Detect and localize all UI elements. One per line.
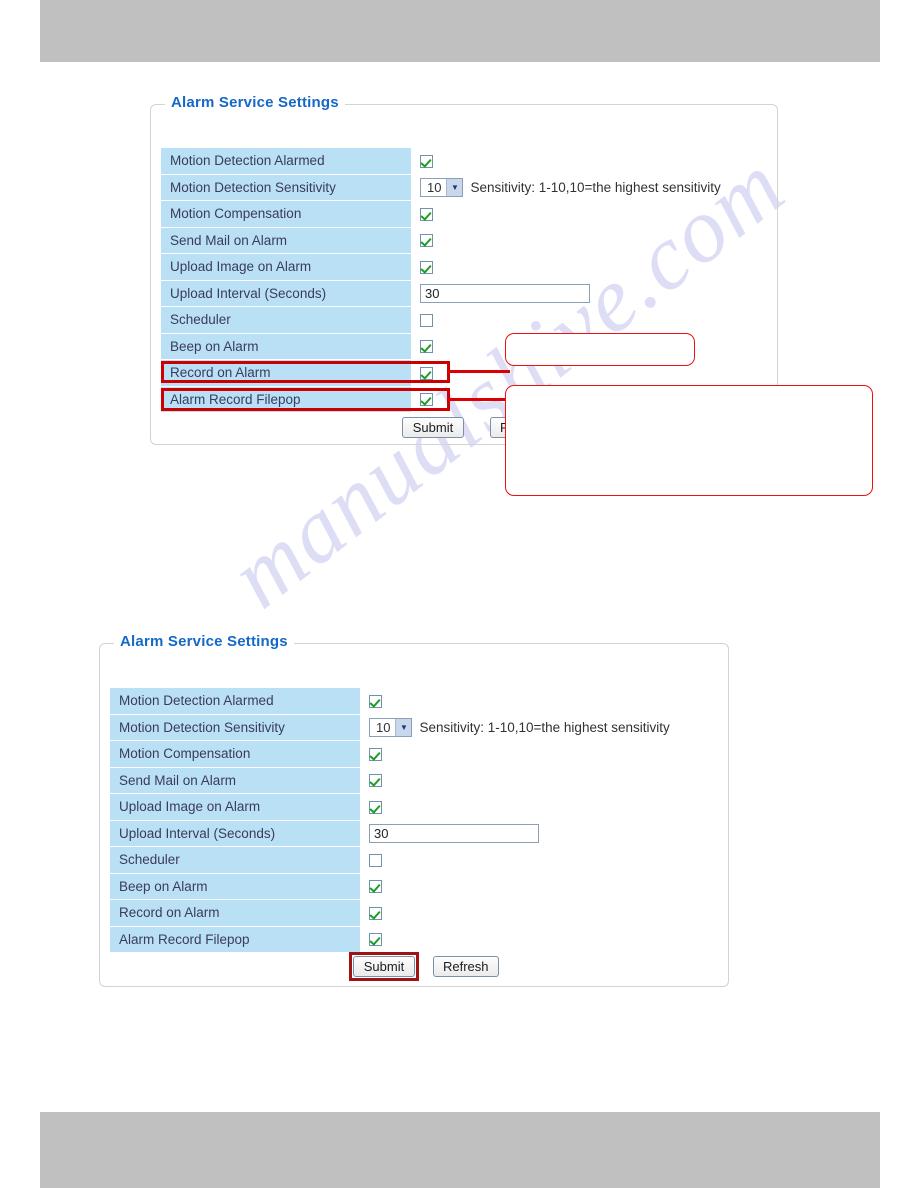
send-mail-on-alarm-checkbox[interactable] xyxy=(369,774,382,788)
row-label: Beep on Alarm xyxy=(110,873,360,900)
chevron-down-icon: ▼ xyxy=(446,179,463,197)
row-label: Upload Image on Alarm xyxy=(110,794,360,821)
row-label: Motion Compensation xyxy=(110,741,360,768)
row-label: Motion Detection Alarmed xyxy=(110,688,360,715)
row-label: Upload Interval (Seconds) xyxy=(110,820,360,847)
scheduler-checkbox[interactable] xyxy=(420,313,433,327)
settings-table-bottom: Motion Detection Alarmed Motion Detectio… xyxy=(110,688,670,953)
table-row: Upload Interval (Seconds) 30 xyxy=(161,280,721,308)
row-field xyxy=(360,874,670,901)
table-row: Motion Compensation xyxy=(110,741,670,768)
row-label: Scheduler xyxy=(161,307,411,334)
motion-detection-sensitivity-select[interactable]: 10 ▼ xyxy=(420,178,464,198)
row-label: Record on Alarm xyxy=(161,360,411,387)
row-label: Upload Image on Alarm xyxy=(161,254,411,281)
row-field: 30 xyxy=(411,281,721,308)
row-field xyxy=(360,768,670,795)
table-row: Motion Detection Sensitivity 10 ▼ Sensit… xyxy=(110,714,670,742)
row-label: Upload Interval (Seconds) xyxy=(161,280,411,307)
row-field xyxy=(360,900,670,927)
record-on-alarm-checkbox[interactable] xyxy=(420,366,433,380)
row-field xyxy=(411,201,721,228)
table-row: Scheduler xyxy=(161,307,721,334)
table-row: Motion Detection Alarmed xyxy=(110,688,670,715)
table-row: Motion Detection Sensitivity 10 ▼ Sensit… xyxy=(161,174,721,202)
row-label: Motion Detection Sensitivity xyxy=(110,714,360,741)
row-field xyxy=(411,228,721,255)
sensitivity-hint: Sensitivity: 1-10,10=the highest sensiti… xyxy=(470,180,721,196)
row-field xyxy=(411,307,721,334)
submit-button[interactable]: Submit xyxy=(402,417,464,438)
table-row: Alarm Record Filepop xyxy=(110,926,670,954)
upload-image-on-alarm-checkbox[interactable] xyxy=(369,800,382,814)
row-label: Record on Alarm xyxy=(110,900,360,927)
upload-image-on-alarm-checkbox[interactable] xyxy=(420,260,433,274)
row-label: Alarm Record Filepop xyxy=(110,926,360,953)
table-row: Send Mail on Alarm xyxy=(110,767,670,795)
row-field: 30 xyxy=(360,821,670,848)
motion-detection-alarmed-checkbox[interactable] xyxy=(369,694,382,708)
row-field xyxy=(360,741,670,768)
page-root: manualshive.com Alarm Service Settings M… xyxy=(0,0,918,1188)
row-field xyxy=(360,688,670,715)
row-label: Motion Detection Alarmed xyxy=(161,148,411,175)
beep-on-alarm-checkbox[interactable] xyxy=(420,340,433,354)
submit-button[interactable]: Submit xyxy=(353,956,415,977)
row-field xyxy=(411,148,721,175)
page-header-band xyxy=(40,0,880,62)
table-row: Record on Alarm xyxy=(110,900,670,927)
scheduler-checkbox[interactable] xyxy=(369,853,382,867)
refresh-button[interactable]: Refresh xyxy=(433,956,499,977)
panel-title-bottom: Alarm Service Settings xyxy=(114,633,294,650)
row-field: 10 ▼ Sensitivity: 1-10,10=the highest se… xyxy=(411,175,721,202)
callout-alarm-record-filepop xyxy=(505,385,873,496)
table-row: Upload Image on Alarm xyxy=(110,794,670,821)
record-on-alarm-checkbox[interactable] xyxy=(369,906,382,920)
row-field xyxy=(360,927,670,954)
chevron-down-icon: ▼ xyxy=(395,719,412,737)
callout-record-on-alarm xyxy=(505,333,695,366)
select-value: 10 xyxy=(427,180,442,196)
table-row: Send Mail on Alarm xyxy=(161,227,721,255)
form-actions-bottom: Submit Refresh xyxy=(353,956,499,977)
row-label: Send Mail on Alarm xyxy=(110,767,360,794)
table-row: Scheduler xyxy=(110,847,670,874)
send-mail-on-alarm-checkbox[interactable] xyxy=(420,234,433,248)
table-row: Motion Compensation xyxy=(161,201,721,228)
motion-detection-sensitivity-select[interactable]: 10 ▼ xyxy=(369,718,413,738)
sensitivity-hint: Sensitivity: 1-10,10=the highest sensiti… xyxy=(419,720,670,736)
row-field xyxy=(411,254,721,281)
panel-title-top: Alarm Service Settings xyxy=(165,94,345,111)
upload-interval-input[interactable]: 30 xyxy=(420,284,590,304)
row-field xyxy=(360,847,670,874)
row-label: Motion Compensation xyxy=(161,201,411,228)
row-label: Send Mail on Alarm xyxy=(161,227,411,254)
page-footer-band xyxy=(40,1112,880,1188)
beep-on-alarm-checkbox[interactable] xyxy=(369,880,382,894)
row-label: Motion Detection Sensitivity xyxy=(161,174,411,201)
row-label: Beep on Alarm xyxy=(161,333,411,360)
select-value: 10 xyxy=(376,720,391,736)
motion-compensation-checkbox[interactable] xyxy=(420,207,433,221)
row-label: Scheduler xyxy=(110,847,360,874)
table-row: Upload Interval (Seconds) 30 xyxy=(110,820,670,848)
motion-compensation-checkbox[interactable] xyxy=(369,747,382,761)
alarm-record-filepop-checkbox[interactable] xyxy=(369,933,382,947)
settings-table-top: Motion Detection Alarmed Motion Detectio… xyxy=(161,148,721,413)
table-row: Motion Detection Alarmed xyxy=(161,148,721,175)
motion-detection-alarmed-checkbox[interactable] xyxy=(420,154,433,168)
row-label: Alarm Record Filepop xyxy=(161,386,411,413)
table-row: Beep on Alarm xyxy=(110,873,670,901)
row-field: 10 ▼ Sensitivity: 1-10,10=the highest se… xyxy=(360,715,670,742)
row-field xyxy=(360,794,670,821)
upload-interval-input[interactable]: 30 xyxy=(369,824,539,844)
alarm-record-filepop-checkbox[interactable] xyxy=(420,393,433,407)
table-row: Upload Image on Alarm xyxy=(161,254,721,281)
